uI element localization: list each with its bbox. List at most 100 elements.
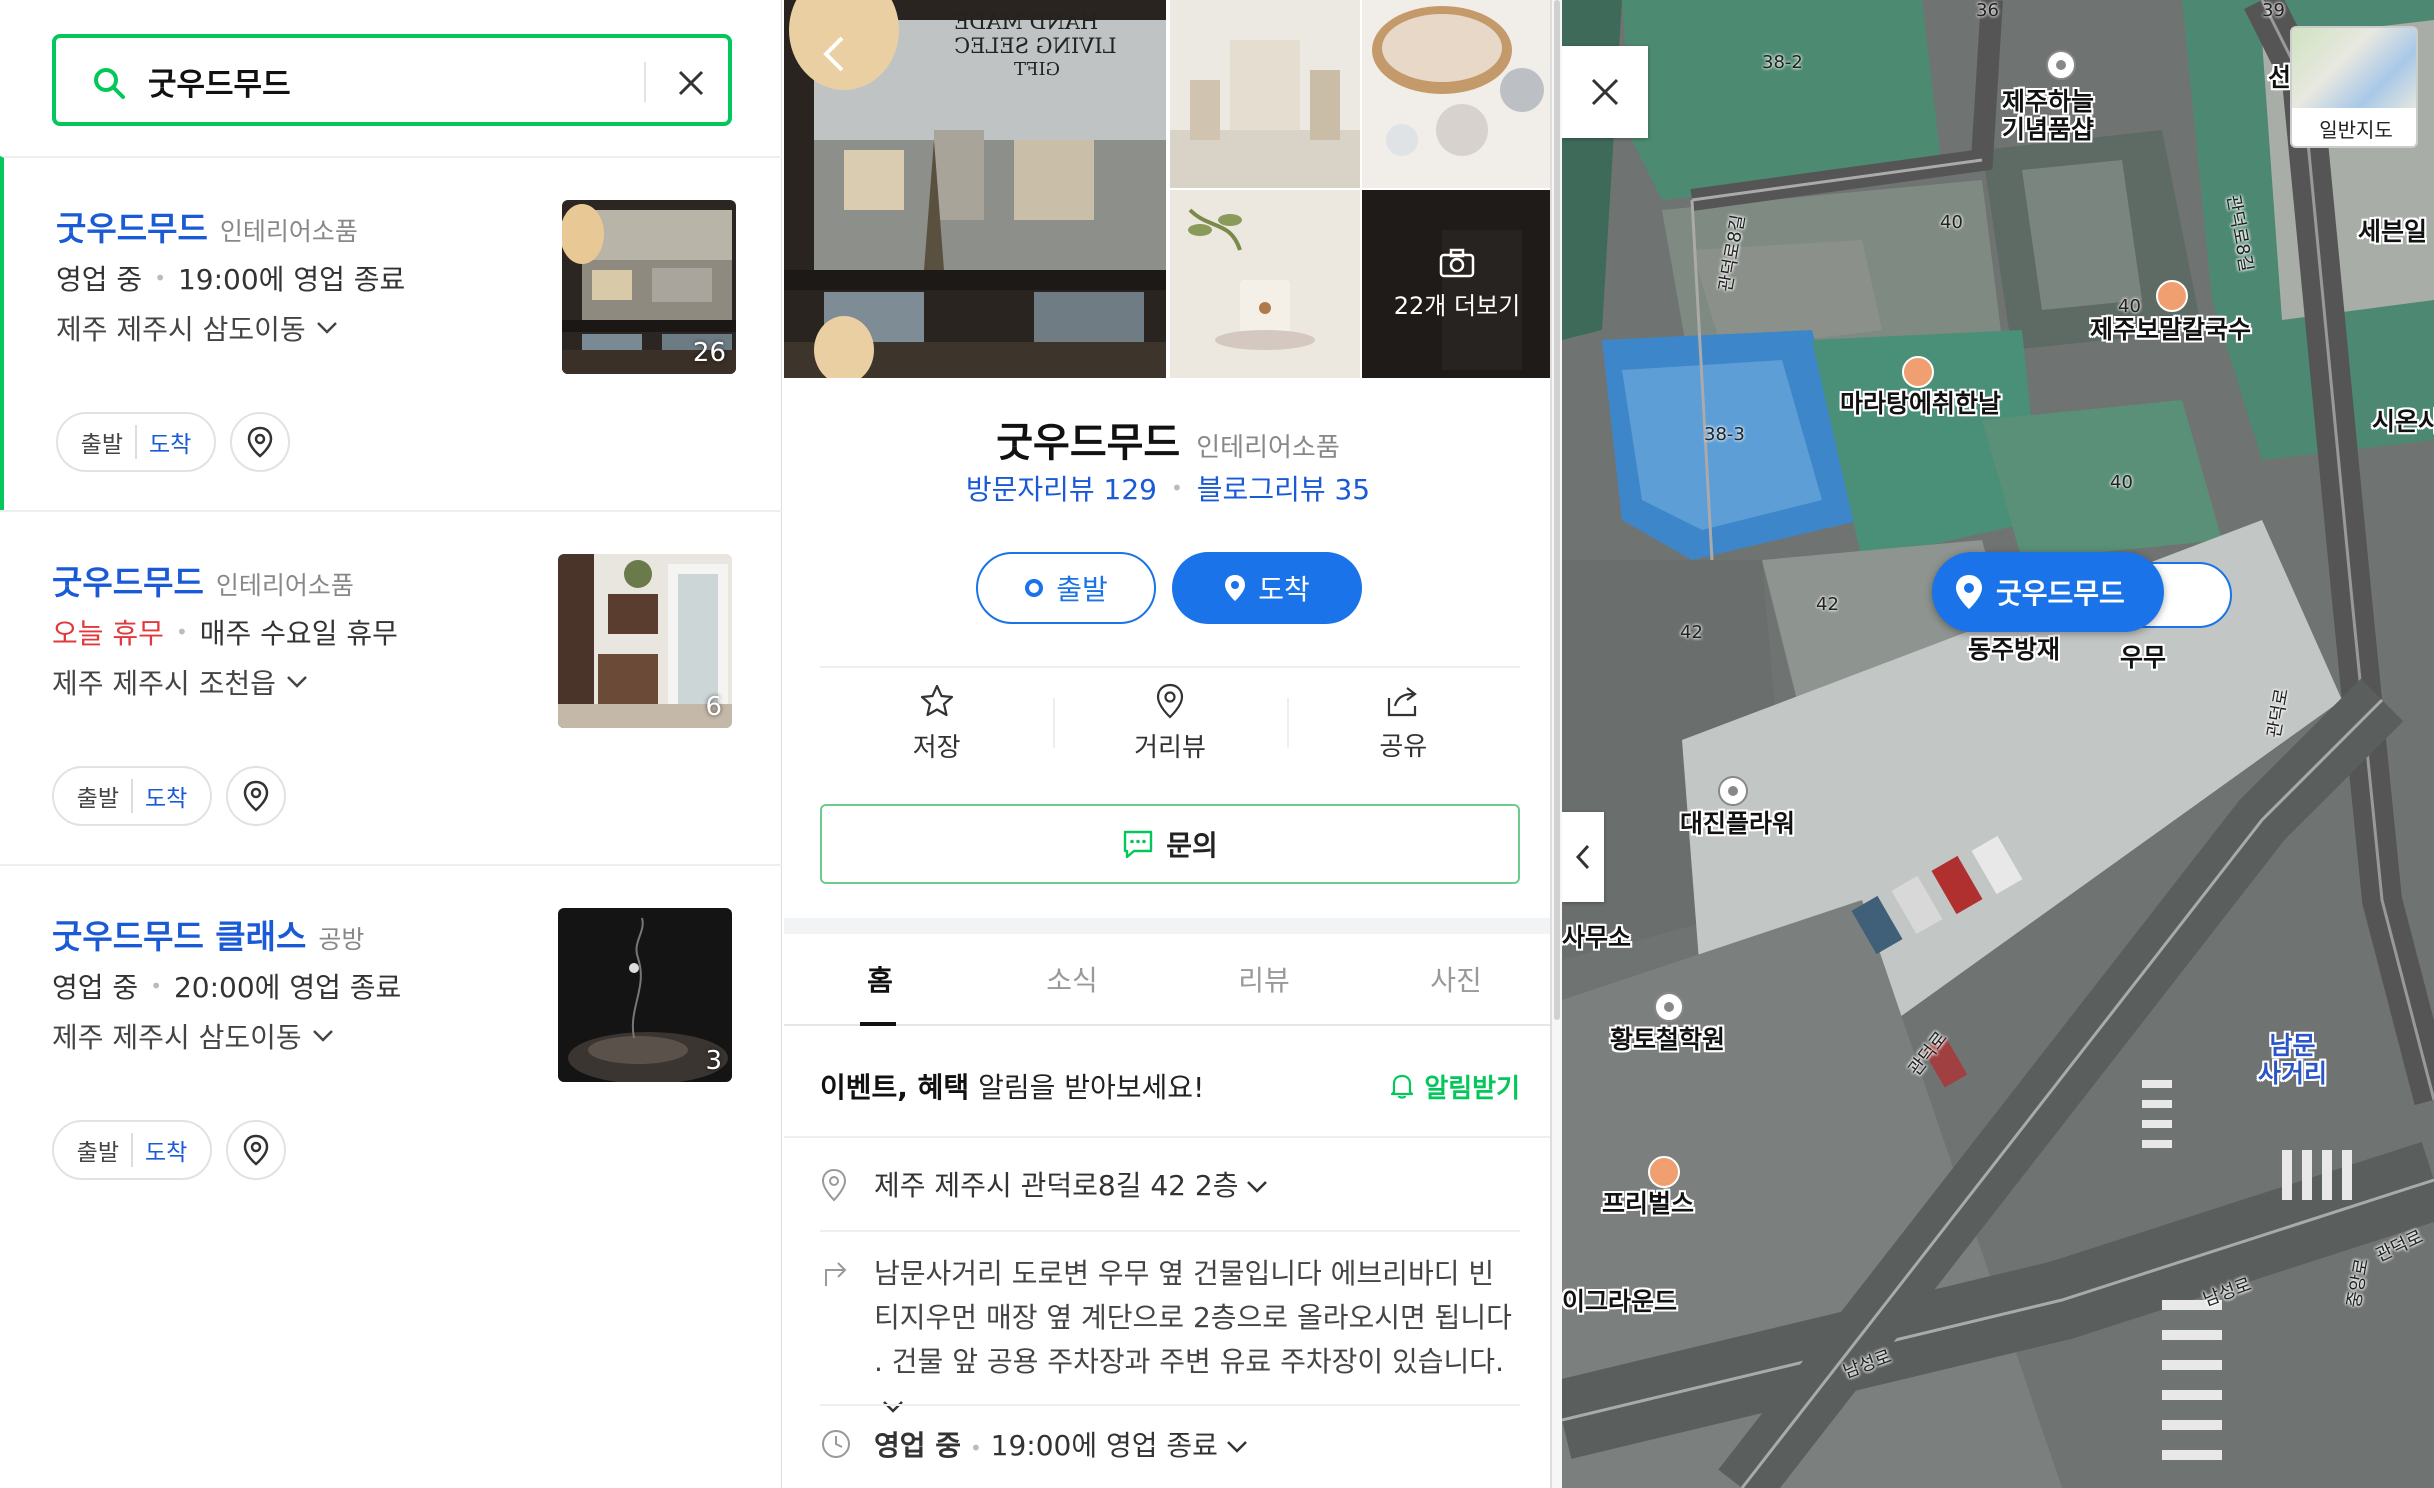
gallery-photo[interactable] [1170, 0, 1360, 188]
poi-marker[interactable] [1718, 776, 1748, 806]
parcel-number: 40 [1940, 212, 1963, 233]
satellite-imagery [1562, 0, 2434, 1488]
map-label-business[interactable]: 이그라운드 [1562, 1288, 1677, 1316]
more-photos-button[interactable]: 22개 더보기 [1362, 190, 1550, 378]
map-label-office[interactable]: 사무소 [1562, 924, 1631, 952]
section-divider [784, 918, 1550, 934]
parcel-number: 42 [1816, 594, 1839, 615]
place-detail-panel: HAND MADE LIVING SELEC GIFT 22개 더보기 굿우드무… [784, 0, 1552, 1488]
result-name[interactable]: 굿우드무드 [56, 202, 208, 250]
restaurant-poi-icon[interactable] [1902, 356, 1934, 388]
inquiry-button[interactable]: 문의 [820, 804, 1520, 884]
result-thumbnail[interactable]: 3 [558, 908, 732, 1082]
depart-link[interactable]: 출발 [77, 779, 133, 813]
arrive-button[interactable]: 도착 [1172, 552, 1362, 624]
close-detail-button[interactable] [1562, 46, 1648, 138]
share-button[interactable]: 공유 [1286, 668, 1520, 778]
notice-bold: 이벤트, 혜택 [820, 1071, 970, 1104]
map-label-business[interactable]: 시온시 [2372, 408, 2434, 436]
gallery-photo[interactable] [1362, 0, 1550, 188]
poi-marker[interactable] [2046, 50, 2076, 80]
search-input[interactable] [148, 54, 678, 108]
separator-dot: • [175, 620, 188, 644]
map-view[interactable]: 38-2 40 40 38-3 40 42 42 36 39 관덕로8길 관덕로… [1562, 0, 2434, 1488]
selected-place-marker[interactable]: 굿우드무드 [1932, 552, 2164, 632]
arrive-link[interactable]: 도착 [133, 1133, 187, 1167]
tab-news[interactable]: 소식 [976, 934, 1168, 1024]
visitor-reviews-link[interactable]: 방문자리뷰 129 [966, 468, 1157, 508]
result-thumbnail[interactable]: 26 [562, 200, 736, 374]
share-label: 공유 [1379, 731, 1428, 762]
back-button[interactable] [814, 34, 854, 74]
cafe-poi-icon[interactable] [1648, 1156, 1680, 1188]
parcel-number: 40 [2118, 296, 2141, 317]
map-type-toggle[interactable]: 일반지도 [2290, 26, 2418, 148]
map-pin-icon [243, 1134, 269, 1166]
bell-plus-icon [1391, 1074, 1414, 1099]
poi-marker[interactable] [1654, 992, 1684, 1022]
result-address[interactable]: 제주 제주시 조천읍 [52, 662, 308, 702]
detail-tabs: 홈 소식 리뷰 사진 [784, 934, 1550, 1026]
map-label-flower-shop[interactable]: 대진플라워 [1680, 810, 1795, 838]
subscribe-button[interactable]: 알림받기 [1388, 1068, 1520, 1105]
result-address[interactable]: 제주 제주시 삼도이동 [52, 1016, 334, 1056]
search-divider [644, 62, 646, 102]
result-thumbnail[interactable]: 6 [558, 554, 732, 728]
depart-link[interactable]: 출발 [77, 1133, 133, 1167]
map-pin-icon [243, 780, 269, 812]
map-pin-button[interactable] [230, 412, 290, 472]
map-label-business[interactable]: 동주방재 [1968, 636, 2060, 664]
close-icon [678, 70, 704, 96]
blog-reviews-link[interactable]: 블로그리뷰 35 [1197, 468, 1370, 508]
map-label-restaurant[interactable]: 마라탕에취한날 [1840, 390, 2001, 418]
result-address[interactable]: 제주 제주시 삼도이동 [56, 308, 338, 348]
result-status: 오늘 휴무 [52, 617, 164, 650]
clear-search-button[interactable] [666, 58, 716, 108]
hours-detail: 19:00에 영업 종료 [990, 1429, 1218, 1462]
depart-link[interactable]: 출발 [81, 425, 137, 459]
gallery-photo[interactable] [1170, 190, 1360, 378]
result-name[interactable]: 굿우드무드 [52, 556, 204, 604]
depart-label: 출발 [1056, 573, 1108, 606]
directions-row[interactable]: 남문사거리 도로변 우무 옆 건물입니다 에브리바디 빈 티지우먼 매장 옆 계… [820, 1252, 1520, 1428]
hours-row[interactable]: 영업 중 • 19:00에 영업 종료 [820, 1424, 1520, 1470]
depart-button[interactable]: 출발 [976, 552, 1156, 624]
address-row[interactable]: 제주 제주시 관덕로8길 42 2층 [820, 1164, 1520, 1208]
arrive-link[interactable]: 도착 [137, 425, 191, 459]
origin-dot-icon [1025, 579, 1044, 597]
map-pin-button[interactable] [226, 1120, 286, 1180]
map-label-business[interactable]: 선 [2268, 64, 2291, 92]
row-divider [820, 1404, 1520, 1406]
photo-gallery: HAND MADE LIVING SELEC GIFT 22개 더보기 [784, 0, 1550, 384]
result-name[interactable]: 굿우드무드 클래스 [52, 910, 306, 958]
photo-count: 6 [705, 692, 722, 722]
tab-photos[interactable]: 사진 [1360, 934, 1550, 1024]
map-label-business[interactable]: 황토철학원 [1610, 1026, 1725, 1054]
scrollbar-thumb[interactable] [1554, 0, 1560, 1020]
window-sign: HAND MADE LIVING SELEC GIFT [954, 10, 1117, 80]
row-divider [820, 1230, 1520, 1232]
result-item[interactable]: 굿우드무드 클래스 공방 영업 중 • 20:00에 영업 종료 제주 제주시 … [0, 864, 782, 1218]
collapse-panel-button[interactable] [1562, 812, 1604, 902]
restaurant-poi-icon[interactable] [2156, 280, 2188, 312]
detail-scrollbar[interactable] [1552, 0, 1562, 1488]
tab-home[interactable]: 홈 [784, 934, 976, 1026]
arrive-link[interactable]: 도착 [133, 779, 187, 813]
map-label-restaurant[interactable]: 제주보말칼국수 [2090, 316, 2251, 344]
parcel-number: 40 [2110, 472, 2133, 493]
map-label-business[interactable]: 세븐일 [2358, 218, 2427, 246]
map-label-business[interactable]: 프리벌스 [1602, 1190, 1694, 1218]
tab-reviews[interactable]: 리뷰 [1168, 934, 1360, 1024]
result-item[interactable]: 굿우드무드 인테리어소품 오늘 휴무 • 매주 수요일 휴무 제주 제주시 조천… [0, 510, 782, 864]
photo-count: 26 [692, 338, 726, 368]
map-pin-button[interactable] [226, 766, 286, 826]
save-button[interactable]: 저장 [820, 668, 1053, 778]
search-results-panel: 굿우드무드 인테리어소품 영업 중 • 19:00에 영업 종료 제주 제주시 … [0, 0, 782, 1488]
route-pill: 출발 도착 [52, 766, 212, 826]
minimap-preview [2292, 28, 2416, 108]
map-label-business[interactable]: 우무 [2120, 644, 2166, 672]
street-view-button[interactable]: 거리뷰 [1053, 668, 1286, 778]
result-item[interactable]: 굿우드무드 인테리어소품 영업 중 • 19:00에 영업 종료 제주 제주시 … [0, 156, 782, 510]
search-box [52, 34, 732, 126]
map-label-souvenir-shop[interactable]: 제주하늘 기념품샵 [2002, 88, 2094, 143]
